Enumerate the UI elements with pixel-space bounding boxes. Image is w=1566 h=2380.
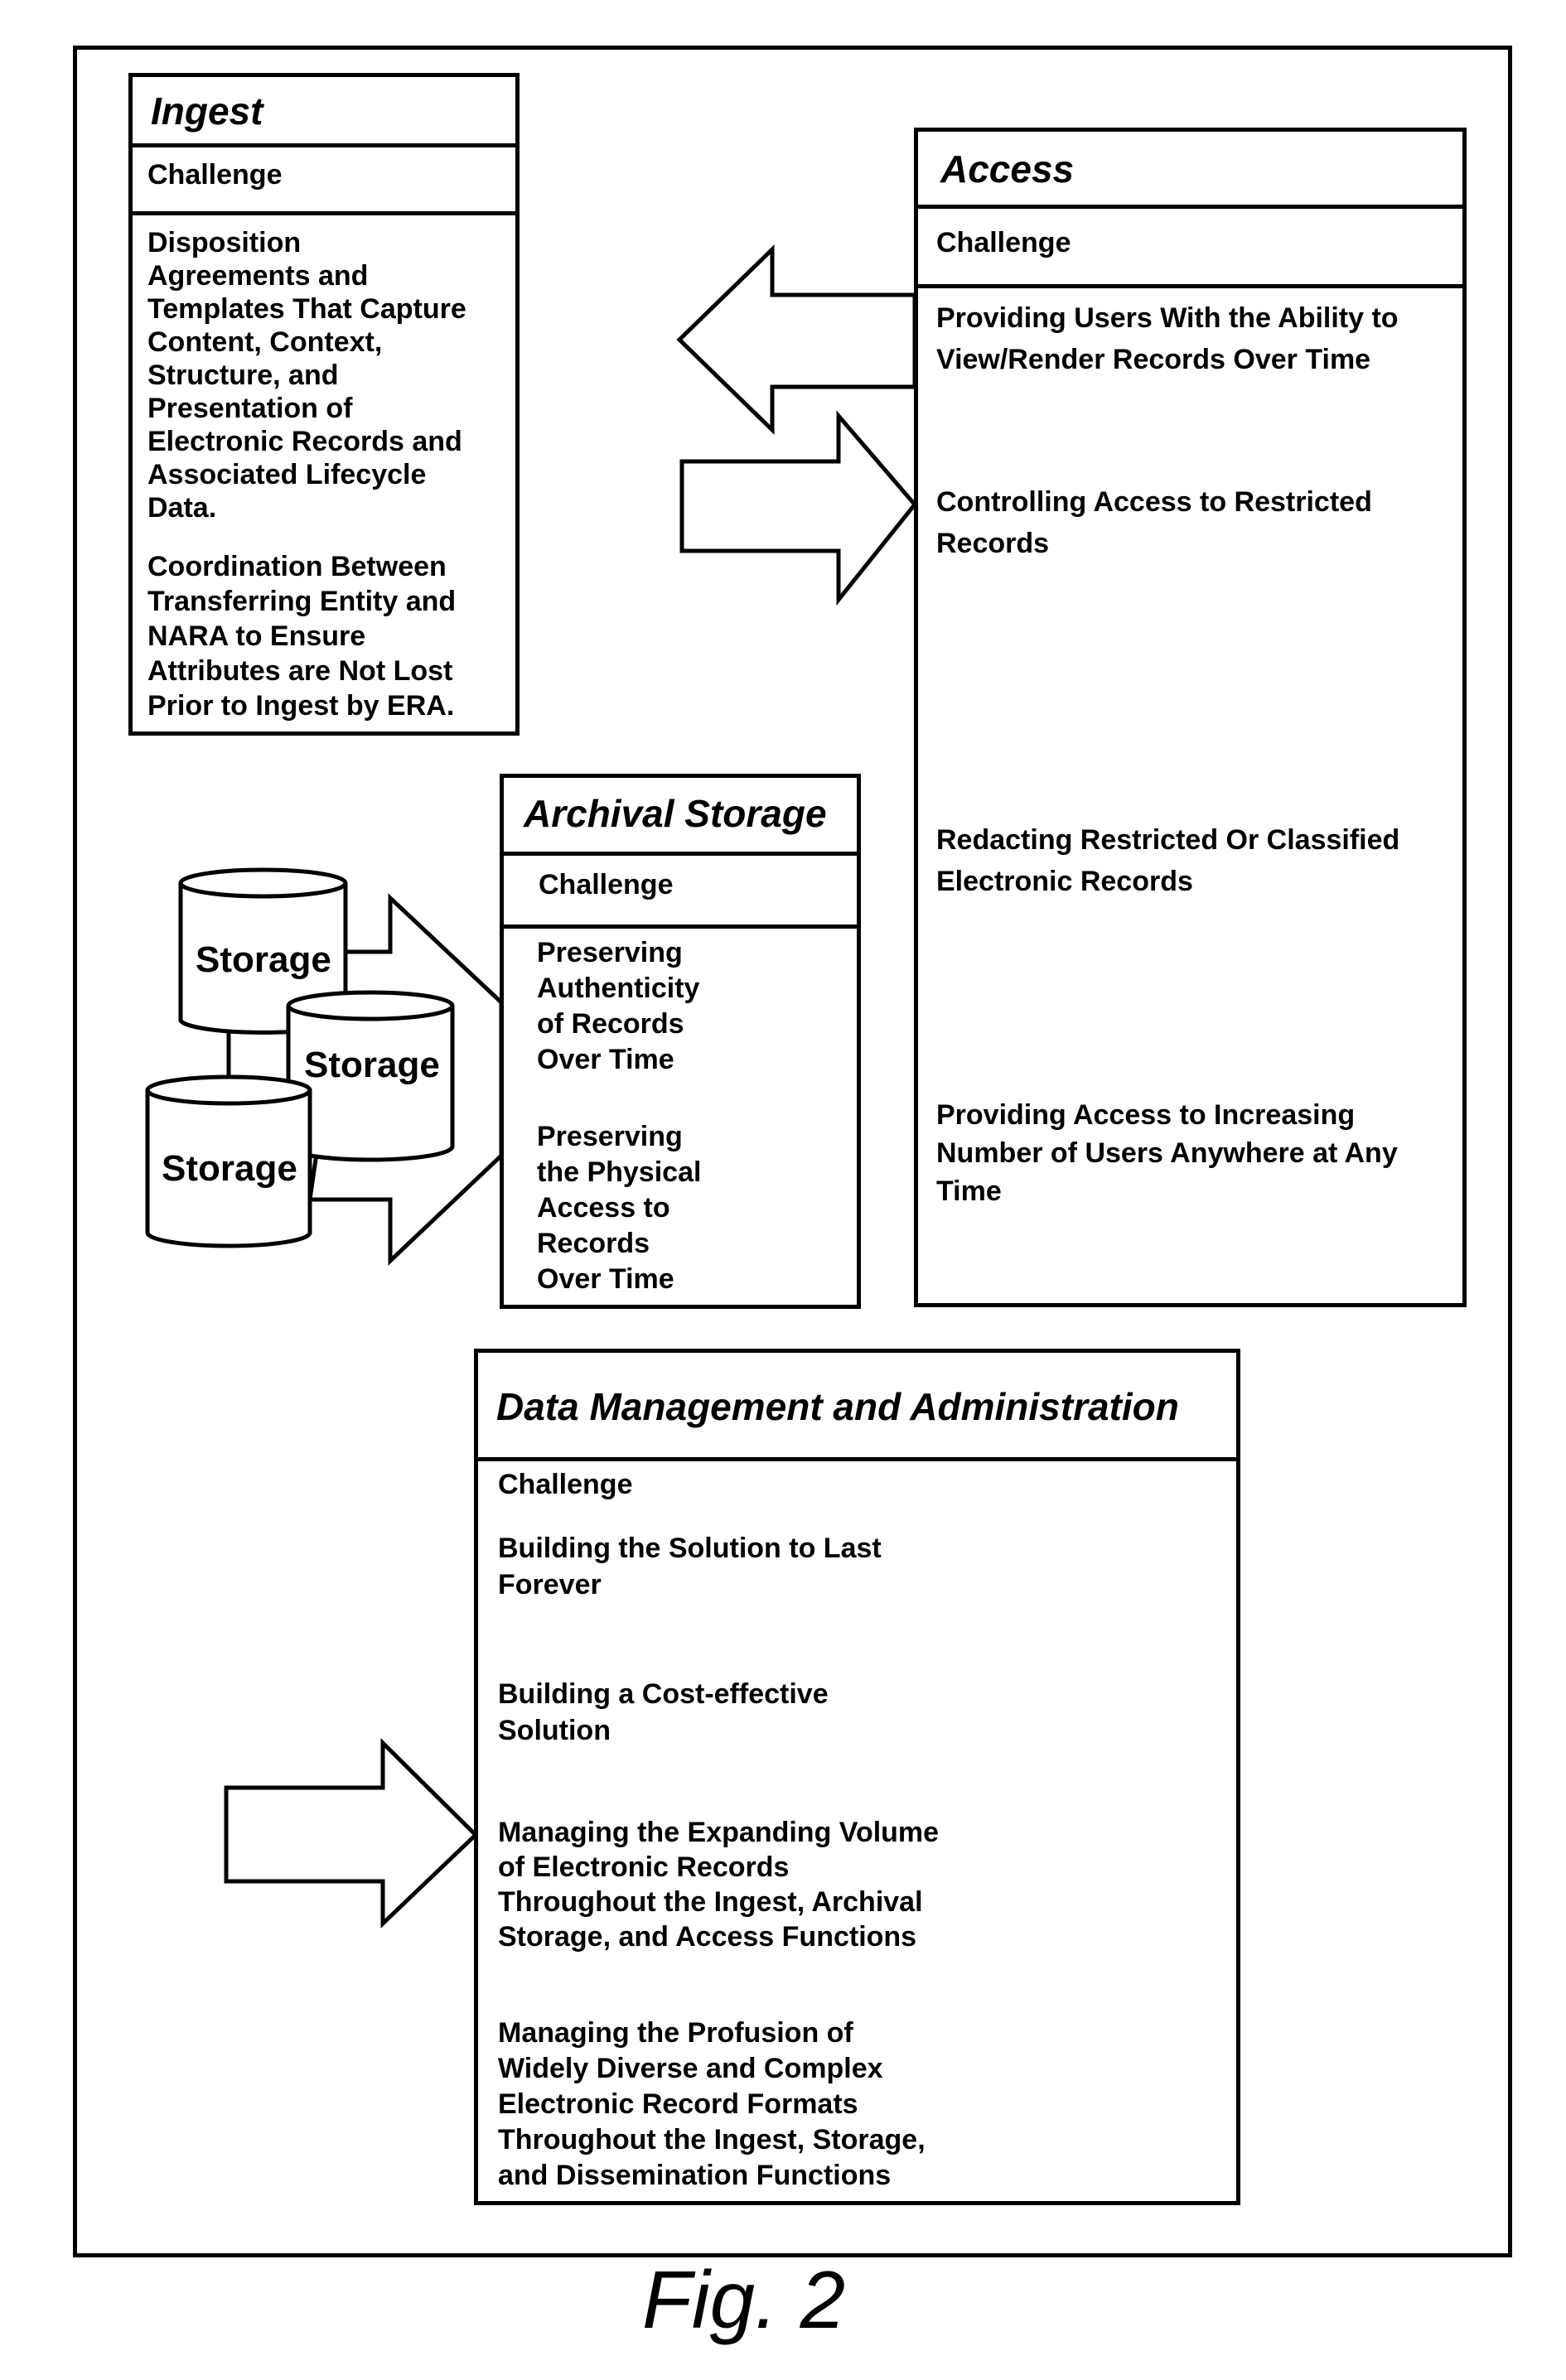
access-item-2-line: Controlling Access to Restricted	[936, 486, 1372, 518]
access-item-2-line: Records	[936, 528, 1050, 559]
archival-item-2-line: Records	[537, 1228, 650, 1259]
archival-item-1-line: of Records	[537, 1008, 684, 1040]
ingest-box: Ingest Challenge Disposition Agreements …	[128, 73, 520, 736]
ingest-item-1-line: Associated Lifecycle	[147, 459, 427, 490]
access-challenge-row: Challenge	[918, 209, 1462, 288]
ingest-title: Ingest	[151, 89, 263, 133]
data-management-item-1-line: Building the Solution to Last	[498, 1533, 882, 1564]
ingest-header: Ingest	[133, 77, 515, 147]
ingest-item-1: Disposition Agreements and Templates Tha…	[147, 226, 466, 524]
arrow-into-access	[679, 410, 918, 606]
access-header: Access	[918, 132, 1462, 209]
ingest-challenge-row: Challenge	[133, 147, 515, 215]
access-item-2: Controlling Access to Restricted Records	[936, 481, 1372, 564]
ingest-item-2-line: Transferring Entity and	[147, 586, 457, 617]
archival-item-1-line: Authenticity	[537, 973, 700, 1004]
access-item-4-line: Number of Users Anywhere at Any	[936, 1137, 1398, 1169]
data-management-item-4-line: Widely Diverse and Complex	[498, 2053, 883, 2084]
ingest-item-2-line: Attributes are Not Lost	[147, 655, 453, 687]
ingest-item-1-line: Data.	[147, 492, 217, 524]
archival-challenge-label: Challenge	[539, 869, 674, 900]
storage-label-1: Storage	[196, 939, 331, 980]
arrow-into-data-management	[224, 1738, 479, 1929]
data-management-item-3-line: Managing the Expanding Volume	[498, 1817, 940, 1848]
data-management-item-4-line: Electronic Record Formats	[498, 2088, 858, 2120]
data-management-item-4-line: Throughout the Ingest, Storage,	[498, 2124, 926, 2156]
storage-label-2: Storage	[304, 1045, 440, 1085]
data-management-item-4-line: and Dissemination Functions	[498, 2160, 892, 2191]
archival-item-2-line: Access to	[537, 1192, 670, 1224]
archival-storage-box: Archival Storage Challenge Preserving Au…	[500, 774, 861, 1309]
archival-item-1-line: Preserving	[537, 937, 683, 968]
data-management-item-4: Managing the Profusion of Widely Diverse…	[498, 2016, 926, 2194]
archival-challenge-row: Challenge	[504, 856, 857, 929]
ingest-item-1-line: Content, Context,	[147, 326, 383, 358]
ingest-item-1-line: Disposition	[147, 227, 302, 258]
access-item-3-line: Redacting Restricted Or Classified	[936, 824, 1400, 856]
data-management-item-4-line: Managing the Profusion of	[498, 2017, 853, 2049]
access-item-3: Redacting Restricted Or Classified Elect…	[936, 819, 1399, 902]
data-management-item-3-line: Storage, and Access Functions	[498, 1921, 917, 1953]
access-challenge-label: Challenge	[936, 227, 1071, 258]
data-management-item-3-line: of Electronic Records	[498, 1851, 790, 1883]
ingest-item-1-line: Presentation of	[147, 393, 353, 424]
archival-item-1: Preserving Authenticity of Records Over …	[537, 935, 699, 1078]
ingest-item-1-line: Templates That Capture	[147, 293, 466, 325]
access-box: Access Challenge Providing Users With th…	[914, 128, 1467, 1307]
access-item-1-line: Providing Users With the Ability to	[936, 302, 1399, 334]
data-management-item-1: Building the Solution to Last Forever	[498, 1530, 882, 1603]
data-management-item-3: Managing the Expanding Volume of Electro…	[498, 1815, 939, 1954]
archival-item-1-line: Over Time	[537, 1044, 674, 1075]
data-management-item-1-line: Forever	[498, 1569, 602, 1600]
data-management-item-2: Building a Cost-effective Solution	[498, 1676, 829, 1749]
data-management-item-2-line: Building a Cost-effective	[498, 1678, 829, 1710]
ingest-item-2-line: Coordination Between	[147, 551, 447, 582]
data-management-box: Data Management and Administration Chall…	[474, 1349, 1240, 2205]
access-item-3-line: Electronic Records	[936, 866, 1193, 897]
access-item-1: Providing Users With the Ability to View…	[936, 297, 1399, 380]
ingest-item-2: Coordination Between Transferring Entity…	[147, 549, 456, 723]
archival-title: Archival Storage	[524, 792, 827, 835]
archival-item-2-line: Over Time	[537, 1263, 674, 1295]
storage-label-3: Storage	[162, 1148, 297, 1189]
figure-label: Fig. 2	[642, 2254, 846, 2345]
ingest-item-1-line: Agreements and	[147, 260, 369, 292]
archival-item-2-line: Preserving	[537, 1121, 683, 1152]
ingest-item-1-line: Structure, and	[147, 360, 339, 391]
access-item-4-line: Time	[936, 1176, 1002, 1207]
archival-header: Archival Storage	[504, 778, 857, 856]
data-management-header: Data Management and Administration	[478, 1353, 1236, 1461]
data-management-item-3-line: Throughout the Ingest, Archival	[498, 1886, 923, 1918]
access-item-4: Providing Access to Increasing Number of…	[936, 1096, 1398, 1210]
ingest-item-1-line: Electronic Records and	[147, 426, 462, 457]
access-item-1-line: View/Render Records Over Time	[936, 344, 1371, 375]
data-management-title: Data Management and Administration	[496, 1385, 1179, 1428]
ingest-challenge-label: Challenge	[147, 159, 283, 191]
ingest-item-2-line: NARA to Ensure	[147, 620, 366, 652]
data-management-challenge-label: Challenge	[498, 1469, 633, 1500]
ingest-item-2-line: Prior to Ingest by ERA.	[147, 690, 455, 722]
data-management-item-2-line: Solution	[498, 1715, 611, 1746]
arrow-access-to-ingest	[676, 244, 917, 435]
archival-item-2-line: the Physical	[537, 1156, 702, 1188]
access-title: Access	[940, 147, 1075, 191]
access-item-4-line: Providing Access to Increasing	[936, 1099, 1356, 1131]
archival-item-2: Preserving the Physical Access to Record…	[537, 1119, 701, 1297]
